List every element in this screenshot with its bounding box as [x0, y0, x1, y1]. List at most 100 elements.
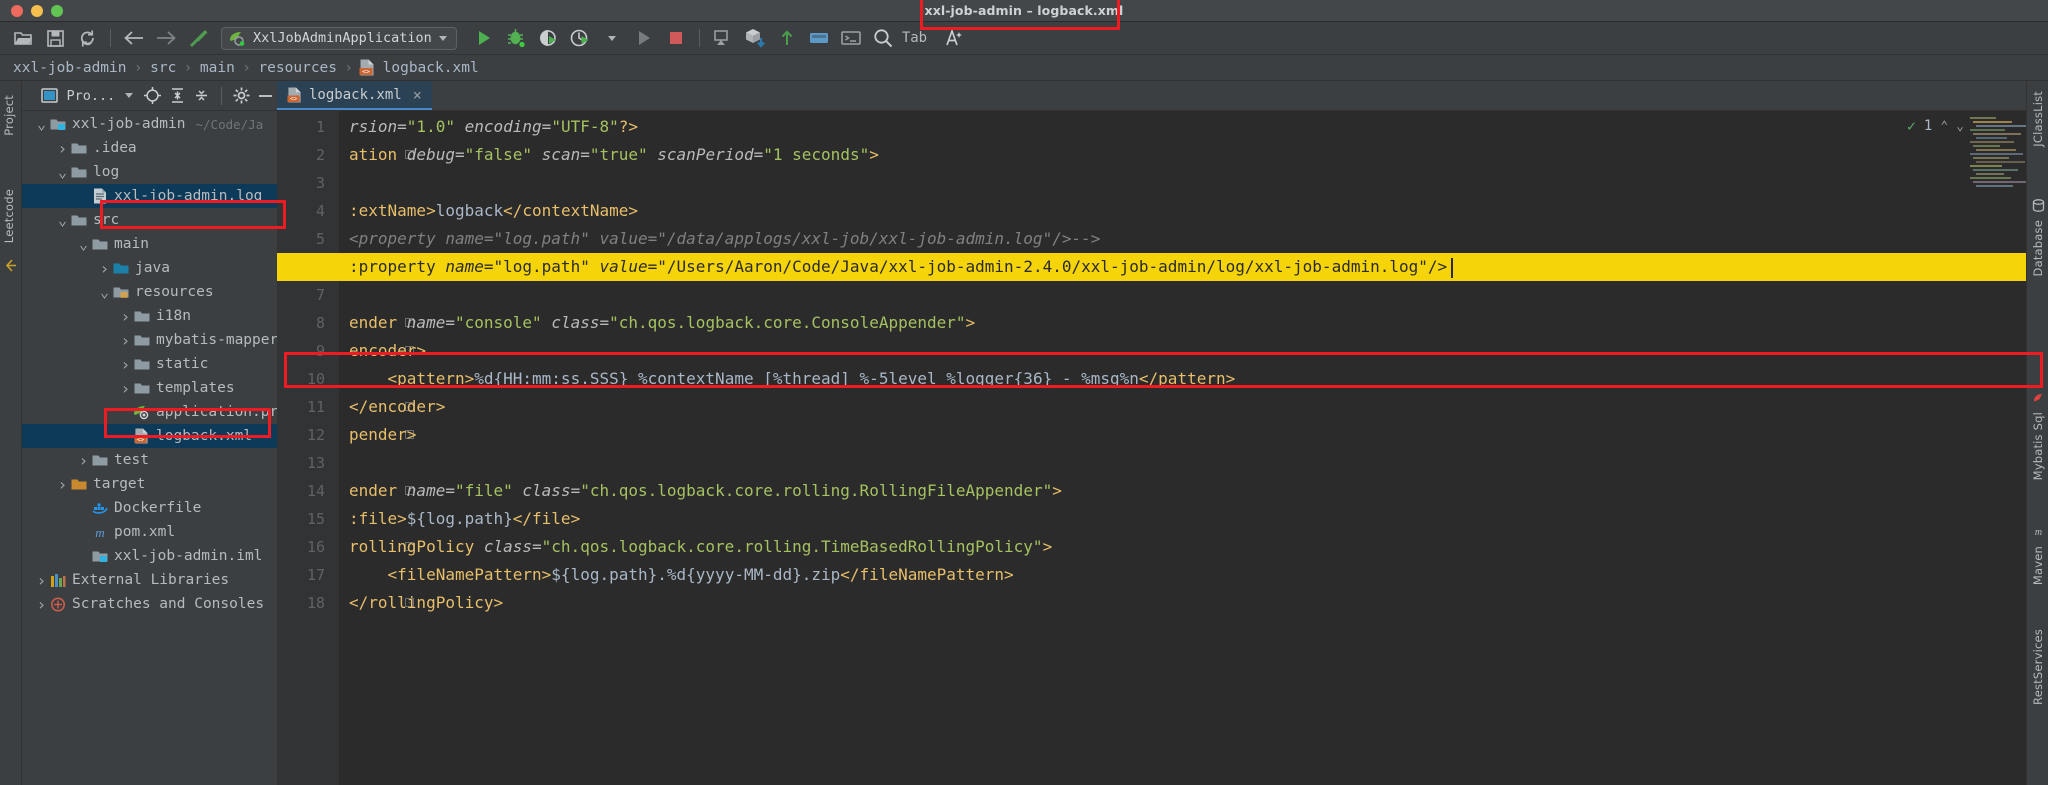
breadcrumb-item-project[interactable]: xxl-job-admin [11, 60, 129, 76]
tree-item--idea[interactable]: › .idea [22, 136, 277, 160]
back-arrow-icon[interactable] [119, 25, 149, 51]
chevron-down-icon[interactable]: ⌄ [55, 165, 70, 180]
chevron-down-icon[interactable]: ⌄ [55, 213, 70, 228]
hide-panel-icon[interactable] [255, 84, 277, 108]
editor-tab-logback-xml[interactable]: <> logback.xml × [277, 81, 432, 110]
inspection-widget: ✓ 1 ⌃ ⌄ [1907, 117, 1964, 135]
tree-item-java[interactable]: › java [22, 256, 277, 280]
chevron-down-icon[interactable]: ⌄ [76, 237, 91, 252]
svg-text:m: m [95, 525, 104, 540]
dropdown-caret-icon[interactable] [117, 84, 139, 108]
tree-item-label: application.pr [156, 404, 279, 420]
tree-item-scratches-and-consoles[interactable]: › Scratches and Consoles [22, 592, 277, 616]
next-problem-icon[interactable]: ⌄ [1956, 119, 1964, 134]
iml-file-icon [91, 548, 108, 564]
code-token: "UTF-8" [551, 117, 619, 136]
stop-icon[interactable] [661, 25, 691, 51]
sidebar-tab-jclasslist[interactable]: JClassList [2031, 91, 2045, 147]
chevron-right-icon[interactable]: › [76, 451, 91, 470]
tree-item-xxl-job-admin-log[interactable]: xxl-job-admin.log [22, 184, 277, 208]
chevron-right-icon[interactable]: › [97, 259, 112, 278]
tree-item-test[interactable]: › test [22, 448, 277, 472]
breadcrumb-separator: › [135, 59, 142, 76]
inspections-ok-icon[interactable]: ✓ [1907, 117, 1916, 135]
close-icon[interactable]: × [413, 86, 422, 104]
search-everywhere-icon[interactable] [868, 25, 898, 51]
run-icon[interactable] [469, 25, 499, 51]
chevron-right-icon[interactable]: › [55, 139, 70, 158]
chevron-right-icon[interactable]: › [34, 595, 49, 614]
settings-gear-icon[interactable] [230, 84, 252, 108]
device-manager-icon[interactable] [708, 25, 738, 51]
sync-icon[interactable] [72, 25, 102, 51]
sidebar-tab-project[interactable]: Project [2, 95, 16, 136]
run-coverage-icon[interactable] [533, 25, 563, 51]
tree-item-label: target [93, 476, 146, 492]
save-icon[interactable] [40, 25, 70, 51]
build-hammer-icon[interactable] [183, 25, 213, 51]
tree-item-xxl-job-admin[interactable]: ⌄ xxl-job-admin ~/Code/Ja [22, 112, 277, 136]
tree-item-pom-xml[interactable]: m pom.xml [22, 520, 277, 544]
tree-item-resources[interactable]: ⌄ resources [22, 280, 277, 304]
expand-all-icon[interactable] [166, 84, 188, 108]
chevron-right-icon[interactable]: › [118, 379, 133, 398]
breadcrumb-item-src[interactable]: src [148, 60, 178, 76]
forward-arrow-icon[interactable] [151, 25, 181, 51]
tree-item-static[interactable]: › static [22, 352, 277, 376]
chevron-right-icon[interactable]: › [118, 331, 133, 350]
tree-item-dockerfile[interactable]: Dockerfile [22, 496, 277, 520]
minimap-line [1970, 141, 2014, 143]
code-token: </file> [512, 509, 581, 528]
tree-item-target[interactable]: › target [22, 472, 277, 496]
tree-item-mybatis-mapper[interactable]: › mybatis-mapper [22, 328, 279, 352]
chevron-down-icon[interactable]: ⌄ [34, 117, 49, 132]
editor-tab-strip: <> logback.xml × [277, 81, 2048, 111]
chevron-right-icon[interactable]: › [55, 475, 70, 494]
code-minimap[interactable] [1970, 117, 2028, 187]
chevron-right-icon[interactable]: › [34, 571, 49, 590]
sidebar-tab-mybatis-sql[interactable]: Mybatis Sql [2031, 391, 2045, 480]
breadcrumb-item-file[interactable]: logback.xml [381, 60, 481, 76]
terminal-icon[interactable] [836, 25, 866, 51]
git-update-icon[interactable] [772, 25, 802, 51]
locate-target-icon[interactable] [142, 84, 164, 108]
code-line-5: <property name="log.path" value="/data/a… [349, 225, 1100, 253]
previous-problem-icon[interactable]: ⌃ [1940, 119, 1948, 134]
tree-item-templates[interactable]: › templates [22, 376, 277, 400]
chevron-down-icon[interactable] [438, 35, 447, 41]
tree-item-application-pr[interactable]: application.pr [22, 400, 279, 424]
sidebar-tab-maven[interactable]: m Maven [2031, 525, 2045, 585]
svg-text:<>: <> [362, 68, 370, 76]
chevron-right-icon[interactable]: › [118, 307, 133, 326]
code-token: <pattern> [387, 369, 475, 388]
code-token: class= [483, 537, 542, 556]
breadcrumb-item-main[interactable]: main [198, 60, 237, 76]
profiler-dropdown-icon[interactable] [597, 25, 627, 51]
sidebar-tab-restservices[interactable]: RestServices [2031, 629, 2045, 705]
package-install-icon[interactable] [740, 25, 770, 51]
tree-item-src[interactable]: ⌄ src [22, 208, 277, 232]
tree-item-logback-xml[interactable]: <> logback.xml [22, 424, 277, 448]
svg-text:<>: <> [137, 437, 145, 444]
chevron-right-icon[interactable]: › [118, 355, 133, 374]
sidebar-tab-leetcode[interactable]: Leetcode [2, 189, 16, 243]
sidebar-tab-database[interactable]: Database [2031, 199, 2045, 276]
tree-item-xxl-job-admin-iml[interactable]: xxl-job-admin.iml [22, 544, 277, 568]
chevron-down-icon[interactable]: ⌄ [97, 285, 112, 300]
code-token: </rollingPolicy> [349, 593, 504, 612]
rerun-icon[interactable] [629, 25, 659, 51]
open-folder-icon[interactable] [8, 25, 38, 51]
tree-item-log[interactable]: ⌄ log [22, 160, 277, 184]
debug-icon[interactable] [501, 25, 531, 51]
run-configuration-selector[interactable]: XxlJobAdminApplication [221, 26, 457, 50]
tree-item-i18n[interactable]: › i18n [22, 304, 277, 328]
tree-item-main[interactable]: ⌄ main [22, 232, 277, 256]
profiler-icon[interactable] [565, 25, 595, 51]
resource-folder-icon [112, 284, 129, 300]
breadcrumb-separator: › [346, 59, 352, 76]
tree-item-external-libraries[interactable]: › External Libraries [22, 568, 277, 592]
git-commit-icon[interactable] [804, 25, 834, 51]
collapse-all-icon[interactable] [191, 84, 213, 108]
code-editor[interactable]: 123456789101112131415161718 rsion="1.0" … [277, 111, 2048, 785]
breadcrumb-item-resources[interactable]: resources [256, 60, 339, 76]
